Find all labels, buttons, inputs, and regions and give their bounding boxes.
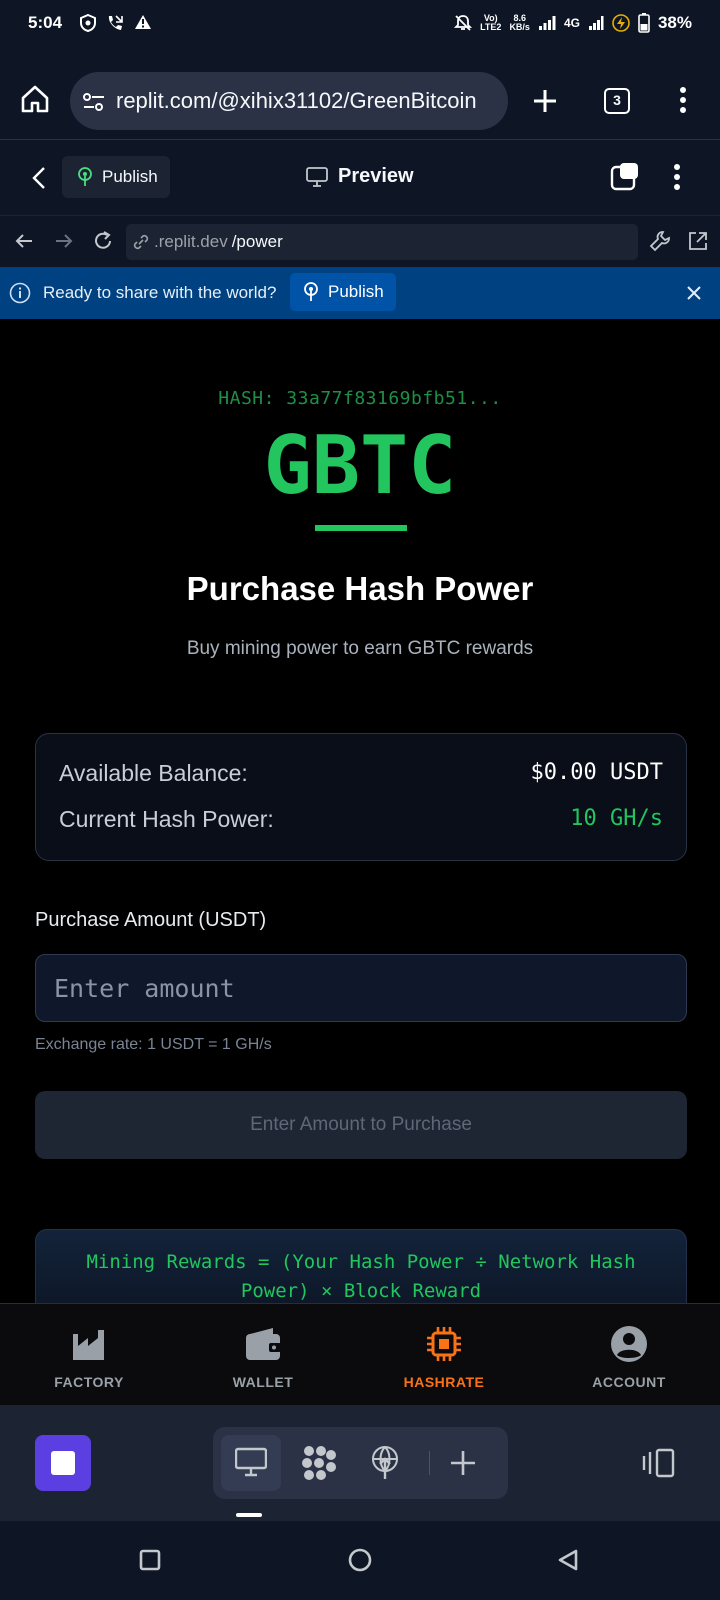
back-chevron-icon[interactable] [32,166,46,190]
gbtc-logo: GBTC [263,419,457,512]
replit-app-icon[interactable] [35,1435,91,1491]
nav-label-account: ACCOUNT [592,1374,666,1390]
preview-url-prefix: .replit.dev [154,232,228,251]
preview-nav-row: .replit.dev/power [0,215,720,267]
preview-label: Preview [338,165,414,187]
balance-row: Available Balance: $0.00 USDT [59,760,663,787]
deploy-globe-icon[interactable] [369,1445,401,1481]
home-icon[interactable] [20,84,50,114]
close-banner-icon[interactable] [686,285,702,301]
nav-item-account[interactable]: ACCOUNT [559,1324,699,1390]
hash-power-value: 10 GH/s [570,806,663,831]
status-time: 5:04 [28,13,63,32]
home-circle-icon[interactable] [348,1548,372,1572]
amount-label: Purchase Amount (USDT) [35,909,267,931]
factory-icon [73,1330,104,1360]
preview-url-field[interactable]: .replit.dev/power [126,224,638,260]
network-type: 4G [563,16,580,30]
balance-value: $0.00 USDT [530,760,663,785]
account-icon [611,1326,647,1362]
app-bottom-nav: FACTORY WALLET HASHRATE ACCOUNT [0,1303,720,1405]
apps-grid-icon[interactable] [301,1445,337,1481]
banner-publish-label: Publish [328,282,384,301]
page-subtitle: Buy mining power to earn GBTC rewards [186,638,534,659]
replit-header: Publish Preview [0,141,720,215]
active-tool-indicator [236,1513,262,1517]
nav-label-factory: FACTORY [54,1374,124,1390]
preview-title: Preview [306,165,414,188]
tab-switcher-button[interactable]: 3 [604,88,630,114]
net-speed-indicator: 8.6 KB/s [509,13,530,32]
publish-button[interactable]: Publish [62,156,170,198]
exchange-rate: Exchange rate: 1 USDT = 1 GH/s [35,1036,272,1053]
browser-toolbar: replit.com/@xihix31102/GreenBitcoin 3 [0,46,720,140]
hash-power-label: Current Hash Power: [59,806,274,832]
preview-url-path: /power [231,232,283,251]
reload-icon[interactable] [92,230,114,252]
app-content: HASH: 33a77f83169bfb51... GBTC Purchase … [0,319,720,1303]
nav-item-wallet[interactable]: WALLET [193,1324,333,1390]
nav-forward-icon[interactable] [54,231,74,251]
battery-saver-icon [612,14,630,32]
publish-button-label: Publish [102,167,158,186]
balance-label: Available Balance: [59,760,248,786]
devtools-wrench-icon[interactable] [649,230,671,252]
amount-input[interactable] [35,954,687,1022]
status-notification-icons [80,14,152,32]
signal-icon [538,16,556,30]
panel-toggle-icon[interactable] [641,1448,675,1478]
bell-off-icon [454,15,473,31]
tool-switcher [213,1427,508,1499]
missed-call-icon [108,15,123,30]
logo-underline [315,525,407,531]
wallet-icon [246,1328,281,1360]
page-title: Purchase Hash Power [186,570,534,607]
link-icon [133,234,149,250]
balance-card: Available Balance: $0.00 USDT Current Ha… [35,733,687,861]
publish-broadcast-icon [304,282,318,301]
more-menu-icon[interactable] [673,163,681,191]
nav-back-icon[interactable] [14,231,34,251]
rewards-formula: Mining Rewards = (Your Hash Power ÷ Netw… [86,1251,636,1302]
system-navigation-bar [0,1521,720,1600]
battery-percent: 38% [657,13,692,32]
hash-power-row: Current Hash Power: 10 GH/s [59,806,663,833]
publish-banner: Ready to share with the world? Publish [0,267,720,319]
purchase-button[interactable]: Enter Amount to Purchase [35,1091,687,1159]
status-right-cluster: Vo) LTE2 8.6 KB/s 4G 38% [454,13,692,33]
signal-icon-2 [588,16,604,30]
monitor-tool-icon[interactable] [235,1447,267,1477]
new-tab-icon[interactable] [532,88,558,114]
recents-icon[interactable] [139,1549,161,1571]
hash-line: HASH: 33a77f83169bfb51... [218,388,502,409]
shield-notification-icon [80,14,96,32]
nav-item-factory[interactable]: FACTORY [19,1324,159,1390]
address-bar[interactable]: replit.com/@xihix31102/GreenBitcoin [70,72,508,130]
back-triangle-icon[interactable] [557,1548,579,1572]
nav-item-hashrate[interactable]: HASHRATE [374,1324,514,1390]
volte-indicator: Vo) LTE2 [480,13,502,32]
replit-toolbar [0,1405,720,1521]
add-tool-icon[interactable] [449,1449,477,1477]
banner-publish-button[interactable]: Publish [290,273,396,311]
address-bar-url: replit.com/@xihix31102/GreenBitcoin [116,88,477,113]
status-bar: 5:04 Vo) LTE2 8.6 KB/s 4G 38% [0,0,720,46]
rewards-formula-card: Mining Rewards = (Your Hash Power ÷ Netw… [35,1229,687,1303]
open-external-icon[interactable] [687,230,709,252]
browser-menu-icon[interactable] [679,86,687,114]
chip-icon [427,1327,461,1361]
warning-icon [135,15,151,29]
monitor-icon [306,166,328,187]
tool-divider [429,1451,430,1475]
new-window-icon[interactable] [610,161,640,191]
info-icon [9,282,31,304]
banner-text: Ready to share with the world? [43,283,277,302]
battery-icon [638,13,650,33]
nav-label-wallet: WALLET [232,1374,294,1390]
publish-broadcast-icon [78,167,92,186]
site-settings-icon[interactable] [82,92,106,112]
nav-label-hashrate: HASHRATE [403,1374,485,1390]
